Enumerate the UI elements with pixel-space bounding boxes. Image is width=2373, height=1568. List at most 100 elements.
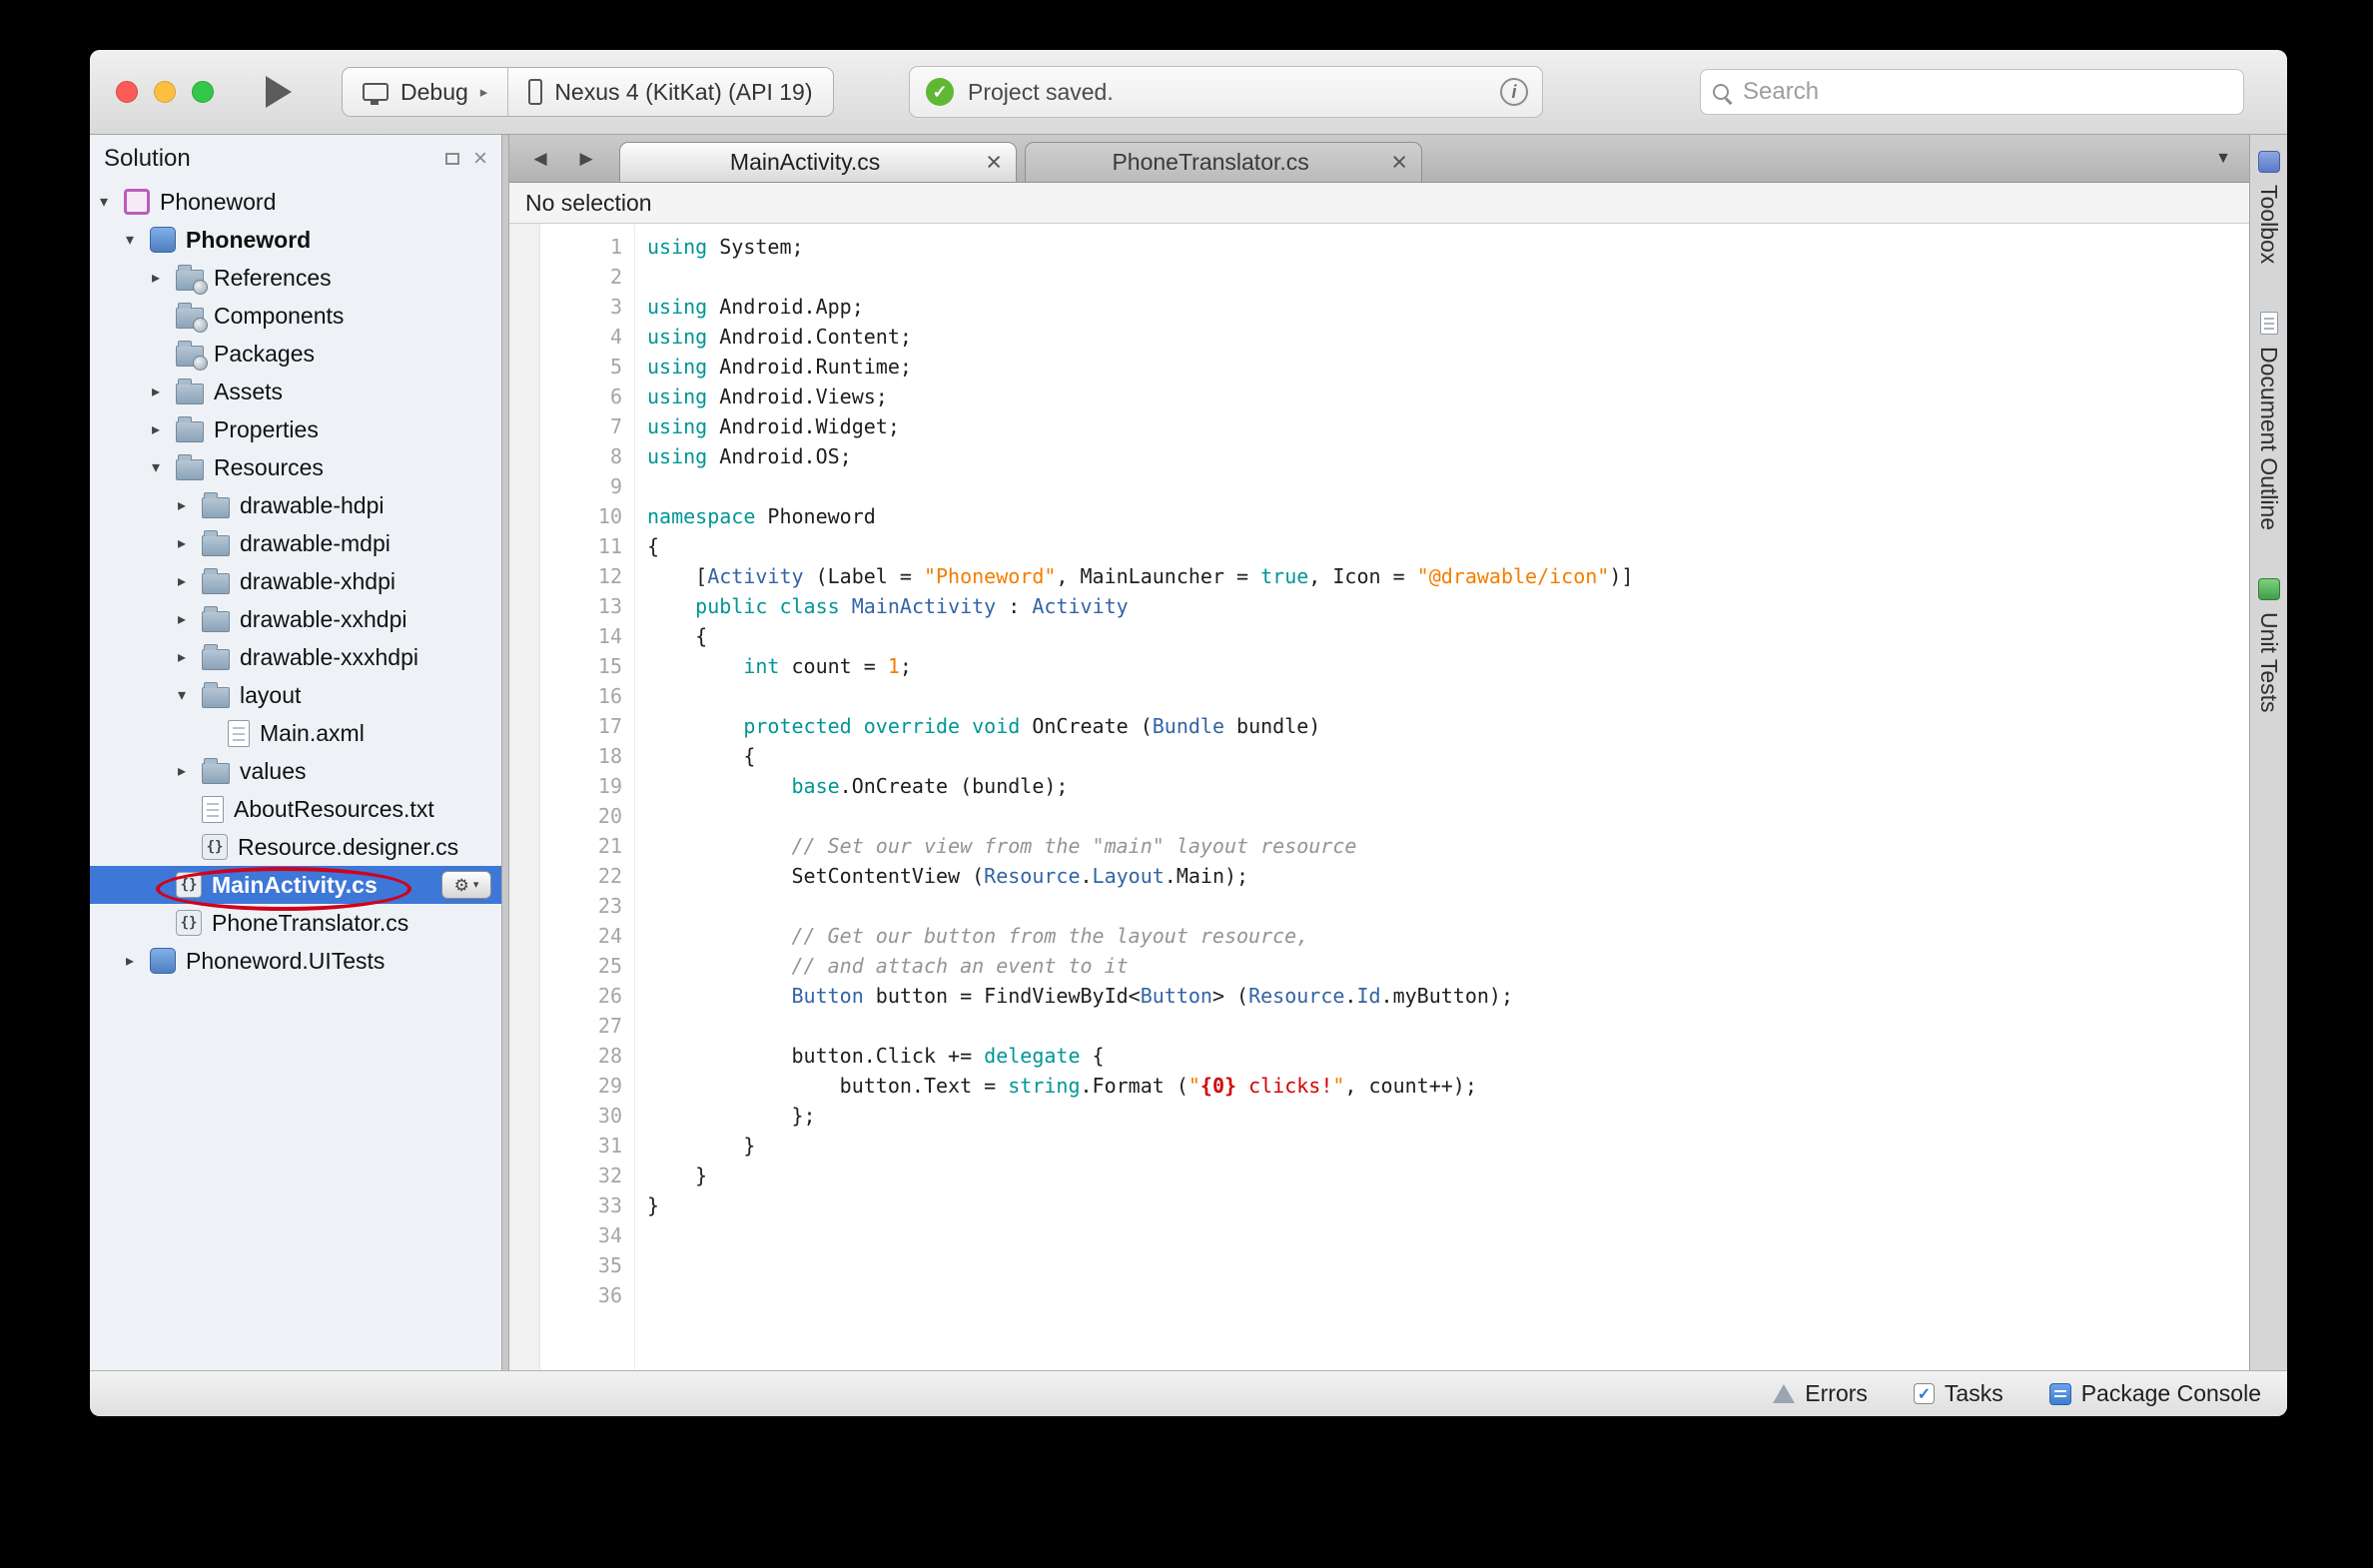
line-number[interactable]: 33 [509, 1190, 634, 1220]
tree-item-drawable-xhdpi[interactable]: ▸drawable-xhdpi [90, 562, 501, 600]
disclosure-closed-icon[interactable]: ▸ [178, 533, 202, 553]
bottom-tab-tasks[interactable]: Tasks [1914, 1380, 2003, 1407]
disclosure-closed-icon[interactable]: ▸ [178, 647, 202, 667]
tree-item-main-axml[interactable]: Main.axml [90, 714, 501, 752]
search-input[interactable] [1741, 77, 2231, 107]
code-line[interactable]: using Android.Runtime; [647, 352, 2249, 382]
disclosure-open-icon[interactable]: ▾ [126, 230, 150, 250]
line-number[interactable]: 27 [509, 1011, 634, 1041]
dock-tab-document-outline[interactable]: Document Outline [2255, 312, 2282, 530]
line-number[interactable]: 25 [509, 951, 634, 981]
disclosure-closed-icon[interactable]: ▸ [178, 609, 202, 629]
code-line[interactable] [647, 1250, 2249, 1280]
code-line[interactable]: // Set our view from the "main" layout r… [647, 831, 2249, 861]
tree-item-phoneword-uitests[interactable]: ▸Phoneword.UITests [90, 942, 501, 980]
line-number[interactable]: 35 [509, 1250, 634, 1280]
bottom-tab-errors[interactable]: Errors [1773, 1380, 1868, 1407]
tree-item-phonetranslator-cs[interactable]: {}PhoneTranslator.cs [90, 904, 501, 942]
code-line[interactable] [647, 1280, 2249, 1310]
code-line[interactable] [647, 471, 2249, 501]
code-line[interactable] [647, 801, 2249, 831]
line-number[interactable]: 15 [509, 651, 634, 681]
disclosure-closed-icon[interactable]: ▸ [178, 571, 202, 591]
code-line[interactable]: { [647, 621, 2249, 651]
tree-item-drawable-xxxhdpi[interactable]: ▸drawable-xxxhdpi [90, 638, 501, 676]
line-number[interactable]: 34 [509, 1220, 634, 1250]
tree-item-properties[interactable]: ▸Properties [90, 410, 501, 448]
code-line[interactable] [647, 1011, 2249, 1041]
tree-item-aboutresources-txt[interactable]: AboutResources.txt [90, 790, 501, 828]
code-line[interactable]: using Android.App; [647, 292, 2249, 322]
code-line[interactable]: SetContentView (Resource.Layout.Main); [647, 861, 2249, 891]
line-number[interactable]: 10 [509, 501, 634, 531]
tree-item-drawable-hdpi[interactable]: ▸drawable-hdpi [90, 486, 501, 524]
info-icon[interactable]: i [1500, 78, 1528, 106]
code-line[interactable] [647, 262, 2249, 292]
disclosure-closed-icon[interactable]: ▸ [152, 382, 176, 401]
code-line[interactable]: { [647, 741, 2249, 771]
dock-tab-unit-tests[interactable]: Unit Tests [2255, 578, 2282, 713]
line-number[interactable]: 14 [509, 621, 634, 651]
zoom-window-button[interactable] [192, 81, 214, 103]
code-line[interactable]: } [647, 1161, 2249, 1190]
code-line[interactable]: using Android.OS; [647, 441, 2249, 471]
tab-mainactivity-cs[interactable]: MainActivity.cs× [619, 142, 1017, 182]
line-number[interactable]: 19 [509, 771, 634, 801]
line-number[interactable]: 3 [509, 292, 634, 322]
disclosure-closed-icon[interactable]: ▸ [152, 268, 176, 288]
disclosure-open-icon[interactable]: ▾ [178, 685, 202, 705]
code-line[interactable]: // and attach an event to it [647, 951, 2249, 981]
code-line[interactable] [647, 891, 2249, 921]
line-number[interactable]: 12 [509, 561, 634, 591]
line-number[interactable]: 20 [509, 801, 634, 831]
line-number[interactable]: 7 [509, 411, 634, 441]
tree-item-references[interactable]: ▸References [90, 259, 501, 297]
line-number[interactable]: 17 [509, 711, 634, 741]
search-field[interactable] [1700, 69, 2244, 115]
code-line[interactable]: public class MainActivity : Activity [647, 591, 2249, 621]
disclosure-open-icon[interactable]: ▾ [152, 457, 176, 477]
line-number[interactable]: 13 [509, 591, 634, 621]
code-line[interactable]: button.Click += delegate { [647, 1041, 2249, 1071]
tree-item-resources[interactable]: ▾Resources [90, 448, 501, 486]
code-line[interactable]: [Activity (Label = "Phoneword", MainLaun… [647, 561, 2249, 591]
tree-item-values[interactable]: ▸values [90, 752, 501, 790]
tab-list-dropdown-icon[interactable]: ▼ [2215, 135, 2231, 183]
code-content[interactable]: using System;using Android.App;using And… [635, 224, 2249, 1370]
line-number[interactable]: 6 [509, 382, 634, 411]
pad-splitter[interactable] [501, 135, 509, 1370]
build-config-selector[interactable]: Debug ▸ [343, 68, 507, 116]
line-number[interactable]: 1 [509, 232, 634, 262]
tree-item-mainactivity-cs[interactable]: {}MainActivity.cs⚙▾ [90, 866, 501, 904]
item-options-button[interactable]: ⚙▾ [441, 871, 491, 899]
code-line[interactable] [647, 1220, 2249, 1250]
code-line[interactable]: } [647, 1131, 2249, 1161]
disclosure-closed-icon[interactable]: ▸ [152, 419, 176, 439]
navigate-forward-button[interactable]: ▶ [563, 135, 609, 183]
code-line[interactable] [647, 681, 2249, 711]
bottom-tab-package-console[interactable]: Package Console [2049, 1380, 2261, 1407]
code-line[interactable]: button.Text = string.Format ("{0} clicks… [647, 1071, 2249, 1101]
disclosure-closed-icon[interactable]: ▸ [178, 761, 202, 781]
code-line[interactable]: base.OnCreate (bundle); [647, 771, 2249, 801]
code-line[interactable]: Button button = FindViewById<Button> (Re… [647, 981, 2249, 1011]
disclosure-closed-icon[interactable]: ▸ [126, 951, 150, 971]
close-tab-icon[interactable]: × [986, 149, 1002, 176]
line-number[interactable]: 36 [509, 1280, 634, 1310]
code-line[interactable]: protected override void OnCreate (Bundle… [647, 711, 2249, 741]
line-number[interactable]: 16 [509, 681, 634, 711]
code-line[interactable]: { [647, 531, 2249, 561]
navigate-back-button[interactable]: ◀ [517, 135, 563, 183]
line-number[interactable]: 2 [509, 262, 634, 292]
auto-hide-pad-icon[interactable] [445, 153, 459, 165]
line-number[interactable]: 28 [509, 1041, 634, 1071]
line-number[interactable]: 29 [509, 1071, 634, 1101]
line-number[interactable]: 31 [509, 1131, 634, 1161]
tree-item-phoneword[interactable]: ▾Phoneword [90, 221, 501, 259]
close-pad-icon[interactable]: × [473, 147, 487, 171]
tree-item-assets[interactable]: ▸Assets [90, 373, 501, 410]
close-window-button[interactable] [116, 81, 138, 103]
code-line[interactable]: using Android.Content; [647, 322, 2249, 352]
line-number[interactable]: 4 [509, 322, 634, 352]
device-selector[interactable]: Nexus 4 (KitKat) (API 19) [507, 68, 832, 116]
